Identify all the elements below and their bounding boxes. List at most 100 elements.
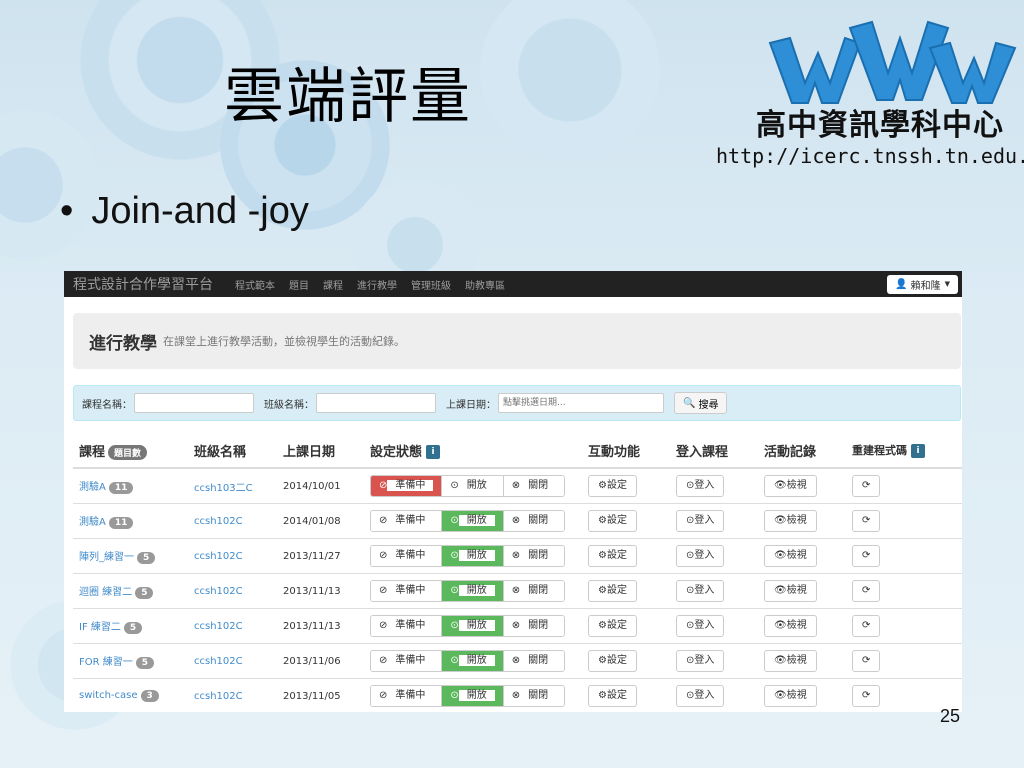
status-close-button[interactable]: ⊗ 關閉 bbox=[503, 651, 565, 671]
login-cell: ⊙登入 bbox=[670, 503, 758, 539]
status-cell: ⊘ 準備中 ⊙ 開放 ⊗ 關閉 bbox=[364, 678, 582, 712]
setting-button[interactable]: ⚙設定 bbox=[588, 650, 637, 672]
status-prep-button[interactable]: ⊘ 準備中 bbox=[371, 686, 443, 706]
eye-icon: 👁 bbox=[774, 620, 787, 631]
status-close-button[interactable]: ⊗ 關閉 bbox=[503, 476, 565, 496]
status-prep-button[interactable]: ⊘ 準備中 bbox=[371, 651, 443, 671]
login-label: 登入 bbox=[694, 655, 715, 666]
problem-count-badge: 5 bbox=[135, 657, 155, 669]
nav-item-problems[interactable]: 題目 bbox=[289, 277, 309, 292]
nav-item-classes[interactable]: 管理班級 bbox=[411, 277, 451, 292]
status-open-button[interactable]: ⊙ 開放 bbox=[442, 581, 504, 601]
nav-item-templates[interactable]: 程式範本 bbox=[235, 277, 275, 292]
rebuild-button[interactable]: ⟳ bbox=[852, 510, 881, 532]
background-bubble bbox=[480, 0, 660, 160]
status-open-button[interactable]: ⊙ 開放 bbox=[442, 686, 504, 706]
course-link[interactable]: 迴圈 練習二 bbox=[79, 587, 132, 598]
record-cell: 👁檢視 bbox=[758, 538, 846, 574]
status-open-button[interactable]: ⊙ 開放 bbox=[442, 546, 504, 566]
status-open-button[interactable]: ⊙ 開放 bbox=[442, 616, 504, 636]
login-button[interactable]: ⊙登入 bbox=[676, 580, 725, 602]
rebuild-button[interactable]: ⟳ bbox=[852, 475, 881, 497]
status-close-button[interactable]: ⊗ 關閉 bbox=[503, 686, 565, 706]
status-close-button[interactable]: ⊗ 關閉 bbox=[503, 546, 565, 566]
info-icon[interactable]: i bbox=[426, 445, 441, 459]
refresh-icon: ⟳ bbox=[862, 480, 871, 491]
login-button[interactable]: ⊙登入 bbox=[676, 545, 725, 567]
view-button[interactable]: 👁檢視 bbox=[764, 475, 817, 497]
setting-button[interactable]: ⚙設定 bbox=[588, 545, 637, 567]
login-button[interactable]: ⊙登入 bbox=[676, 510, 725, 532]
status-close-button[interactable]: ⊗ 關閉 bbox=[503, 616, 565, 636]
status-prep-button[interactable]: ⊘ 準備中 bbox=[371, 616, 443, 636]
login-button[interactable]: ⊙登入 bbox=[676, 615, 725, 637]
date-input[interactable] bbox=[498, 393, 664, 413]
nav-item-ta[interactable]: 助教專區 bbox=[465, 277, 505, 292]
refresh-icon: ⟳ bbox=[862, 620, 871, 631]
background-bubble bbox=[0, 110, 100, 260]
status-prep-button[interactable]: ⊘ 準備中 bbox=[371, 476, 443, 496]
rebuild-button[interactable]: ⟳ bbox=[852, 545, 881, 567]
status-close-label: 關閉 bbox=[520, 690, 557, 701]
status-open-button[interactable]: ⊙ 開放 bbox=[442, 511, 504, 531]
view-button[interactable]: 👁檢視 bbox=[764, 580, 817, 602]
rebuild-button[interactable]: ⟳ bbox=[852, 580, 881, 602]
course-link[interactable]: IF 練習二 bbox=[79, 622, 121, 633]
course-name-input[interactable] bbox=[134, 393, 254, 413]
status-prep-button[interactable]: ⊘ 準備中 bbox=[371, 511, 443, 531]
login-button[interactable]: ⊙登入 bbox=[676, 475, 725, 497]
rebuild-cell: ⟳ bbox=[846, 643, 962, 679]
setting-button[interactable]: ⚙設定 bbox=[588, 475, 637, 497]
status-close-button[interactable]: ⊗ 關閉 bbox=[503, 511, 565, 531]
search-button[interactable]: 🔍 搜尋 bbox=[674, 392, 728, 414]
status-prep-button[interactable]: ⊘ 準備中 bbox=[371, 546, 443, 566]
view-button[interactable]: 👁檢視 bbox=[764, 545, 817, 567]
login-button[interactable]: ⊙登入 bbox=[676, 650, 725, 672]
status-close-button[interactable]: ⊗ 關閉 bbox=[503, 581, 565, 601]
course-link[interactable]: FOR 練習一 bbox=[79, 657, 133, 668]
header-rebuild: 重建程式碼 i bbox=[846, 435, 962, 469]
teaching-table: 課程 題目數 班級名稱 上課日期 設定狀態 i 互動功能 登入課程 活動記錄 重建程… bbox=[73, 435, 962, 712]
course-link[interactable]: 測驗A bbox=[79, 482, 106, 493]
caret-down-icon: ▼ bbox=[944, 280, 950, 288]
setting-label: 設定 bbox=[606, 480, 627, 491]
status-open-button[interactable]: ⊙ 開放 bbox=[442, 476, 504, 496]
view-button[interactable]: 👁檢視 bbox=[764, 615, 817, 637]
navbar: 程式設計合作學習平台 程式範本 題目 課程 進行教學 管理班級 助教專區 👤 賴和… bbox=[64, 271, 962, 297]
view-button[interactable]: 👁檢視 bbox=[764, 650, 817, 672]
login-label: 登入 bbox=[694, 585, 715, 596]
class-name-input[interactable] bbox=[316, 393, 436, 413]
class-name: ccsh102C bbox=[194, 585, 243, 597]
course-link[interactable]: switch-case bbox=[79, 690, 138, 701]
status-prep-button[interactable]: ⊘ 準備中 bbox=[371, 581, 443, 601]
rebuild-button[interactable]: ⟳ bbox=[852, 685, 881, 707]
course-cell: IF 練習二 5 bbox=[73, 608, 188, 644]
app-brand[interactable]: 程式設計合作學習平台 bbox=[73, 274, 213, 294]
info-icon[interactable]: i bbox=[911, 444, 925, 458]
nav-item-courses[interactable]: 課程 bbox=[323, 277, 343, 292]
setting-button[interactable]: ⚙設定 bbox=[588, 615, 637, 637]
login-button[interactable]: ⊙登入 bbox=[676, 685, 725, 707]
course-link[interactable]: 陣列_練習一 bbox=[79, 552, 134, 563]
bullet-item: • Join-and -joy bbox=[60, 190, 309, 233]
rebuild-button[interactable]: ⟳ bbox=[852, 615, 881, 637]
table-row: 迴圈 練習二 5 ccsh102C 2013/11/13 ⊘ 準備中 ⊙ 開放 ⊗ 關閉 ⚙設定 ⊙登… bbox=[73, 573, 962, 609]
setting-button[interactable]: ⚙設定 bbox=[588, 685, 637, 707]
setting-button[interactable]: ⚙設定 bbox=[588, 580, 637, 602]
status-open-button[interactable]: ⊙ 開放 bbox=[442, 651, 504, 671]
rebuild-button[interactable]: ⟳ bbox=[852, 650, 881, 672]
jumbotron: 進行教學 在課堂上進行教學活動，並檢視學生的活動紀錄。 bbox=[73, 313, 961, 369]
rebuild-cell: ⟳ bbox=[846, 467, 962, 504]
view-button[interactable]: 👁檢視 bbox=[764, 685, 817, 707]
view-button[interactable]: 👁檢視 bbox=[764, 510, 817, 532]
view-label: 檢視 bbox=[786, 655, 807, 666]
nav-item-teaching[interactable]: 進行教學 bbox=[357, 277, 397, 292]
status-prep-label: 準備中 bbox=[387, 690, 434, 701]
eye-icon: 👁 bbox=[774, 655, 787, 666]
course-link[interactable]: 測驗A bbox=[79, 517, 106, 528]
rebuild-cell: ⟳ bbox=[846, 538, 962, 574]
user-menu[interactable]: 👤 賴和隆 ▼ bbox=[887, 274, 958, 294]
login-cell: ⊙登入 bbox=[670, 573, 758, 609]
status-prep-label: 準備中 bbox=[387, 550, 434, 561]
setting-button[interactable]: ⚙設定 bbox=[588, 510, 637, 532]
